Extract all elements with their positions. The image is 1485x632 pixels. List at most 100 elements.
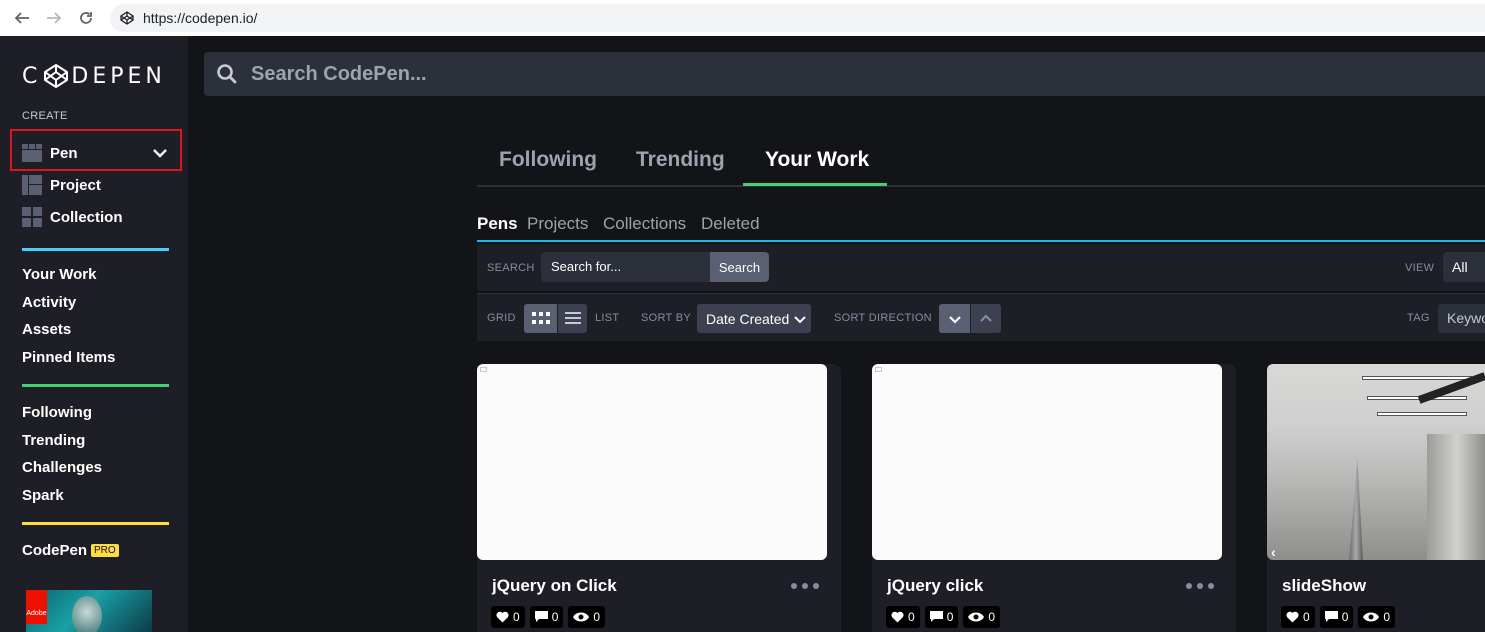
chevron-down-icon: [948, 315, 961, 324]
like-count: 0: [513, 610, 520, 624]
comment-button[interactable]: 0: [529, 606, 564, 628]
comment-button[interactable]: 0: [1319, 606, 1354, 628]
views-stat: 0: [568, 606, 606, 628]
pen-preview[interactable]: [872, 364, 1222, 560]
comment-icon: [929, 611, 943, 622]
comment-count: 0: [551, 610, 559, 624]
active-tab-underline: [743, 183, 887, 186]
ad-portrait: [72, 596, 102, 632]
collection-grid-icon: [22, 207, 42, 227]
view-count: 0: [988, 610, 996, 624]
grid-view-button[interactable]: [524, 304, 557, 333]
like-button[interactable]: 0: [886, 606, 920, 628]
back-arrow-icon[interactable]: [10, 6, 34, 30]
sidebar: C DEPEN CREATE Pen Project Collection Yo…: [0, 36, 188, 632]
search-pens-input[interactable]: Search for...: [541, 252, 711, 282]
address-bar[interactable]: https://codepen.io/: [110, 4, 1485, 32]
more-options-icon[interactable]: [1186, 581, 1214, 591]
sidebar-item-challenges[interactable]: Challenges: [22, 459, 102, 476]
subtab-deleted[interactable]: Deleted: [701, 214, 760, 234]
pen-card: jQuery on Click 0 0 0: [477, 364, 841, 632]
pro-badge: PRO: [91, 544, 119, 557]
create-collection-button[interactable]: Collection: [22, 206, 123, 228]
sidebar-item-following[interactable]: Following: [22, 404, 92, 421]
main-tabs: Following Trending Your Work: [477, 134, 1485, 187]
search-filter-bar: SEARCH Search for... Search VIEW All: [477, 244, 1485, 291]
more-options-icon[interactable]: [791, 581, 819, 591]
sidebar-item-codepen-pro[interactable]: CodePen PRO: [22, 542, 119, 559]
sidebar-item-your-work[interactable]: Your Work: [22, 266, 96, 283]
eye-icon: [968, 612, 985, 622]
pen-highlight-box: [10, 129, 182, 171]
like-count: 0: [908, 610, 915, 624]
project-layout-icon: [22, 175, 42, 195]
pen-title[interactable]: jQuery on Click: [492, 576, 617, 596]
sort-by-select[interactable]: Date Created: [697, 304, 811, 333]
views-stat: 0: [1358, 606, 1396, 628]
eye-icon: [1363, 612, 1380, 622]
sidebar-item-spark[interactable]: Spark: [22, 487, 64, 504]
tab-your-work[interactable]: Your Work: [765, 148, 869, 172]
codepen-app: C DEPEN CREATE Pen Project Collection Yo…: [0, 36, 1485, 632]
codepen-pro-label: CodePen: [22, 542, 88, 559]
list-icon: [564, 312, 581, 324]
pen-card: ‹ slideShow 0 0 0: [1267, 364, 1485, 632]
heart-icon: [891, 611, 904, 623]
pen-title[interactable]: jQuery click: [887, 576, 983, 596]
forward-arrow-icon[interactable]: [42, 6, 66, 30]
slideshow-prev-arrow-icon[interactable]: ‹: [1271, 544, 1276, 560]
sub-tabs: Pens Projects Collections Deleted: [477, 212, 1485, 242]
url-text: https://codepen.io/: [143, 10, 258, 26]
eye-icon: [573, 612, 590, 622]
adobe-logo-icon: Adobe: [26, 590, 47, 624]
pen-stats: 0 0 0: [491, 606, 610, 628]
sidebar-item-trending[interactable]: Trending: [22, 432, 85, 449]
views-stat: 0: [963, 606, 1001, 628]
list-label: LIST: [595, 312, 620, 324]
sort-filter-bar: GRID LIST SORT BY Date Created SORT DIRE…: [477, 293, 1485, 341]
pen-card: jQuery click 0 0 0: [872, 364, 1236, 632]
codepen-favicon-icon: [120, 11, 134, 25]
search-codepen-input[interactable]: Search CodePen...: [204, 52, 1485, 96]
like-button[interactable]: 0: [1281, 606, 1315, 628]
pillar: [1427, 434, 1485, 560]
pen-stats: 0 0 0: [1281, 606, 1400, 628]
subtab-projects[interactable]: Projects: [527, 214, 588, 234]
sidebar-item-pinned-items[interactable]: Pinned Items: [22, 349, 115, 366]
create-label: CREATE: [22, 110, 68, 122]
sort-ascending-button[interactable]: [971, 304, 1001, 333]
view-count: 0: [593, 610, 601, 624]
sidebar-item-assets[interactable]: Assets: [22, 321, 71, 338]
create-project-button[interactable]: Project: [22, 174, 101, 196]
subtab-collections[interactable]: Collections: [603, 214, 686, 234]
comment-count: 0: [946, 610, 954, 624]
search-button[interactable]: Search: [710, 252, 769, 282]
sidebar-ad-image[interactable]: Adobe: [26, 590, 152, 632]
pen-preview[interactable]: [477, 364, 827, 560]
tab-trending[interactable]: Trending: [636, 148, 725, 172]
list-view-button[interactable]: [558, 304, 587, 333]
like-button[interactable]: 0: [491, 606, 525, 628]
browser-toolbar: https://codepen.io/: [0, 0, 1485, 36]
sidebar-item-activity[interactable]: Activity: [22, 294, 76, 311]
comment-button[interactable]: 0: [924, 606, 959, 628]
search-placeholder: Search CodePen...: [251, 62, 427, 85]
chevron-up-icon: [980, 313, 992, 322]
subtab-pens[interactable]: Pens: [477, 214, 518, 234]
reload-icon[interactable]: [74, 6, 98, 30]
divider-yellow: [22, 522, 169, 525]
codepen-logo-icon: [44, 64, 69, 88]
pen-title[interactable]: slideShow: [1282, 576, 1366, 596]
codepen-logo[interactable]: C DEPEN: [22, 62, 166, 90]
search-label: SEARCH: [487, 262, 535, 274]
search-icon: [217, 64, 237, 84]
view-select[interactable]: All: [1443, 252, 1485, 282]
ceiling-light: [1362, 376, 1472, 380]
sort-descending-button[interactable]: [939, 304, 970, 333]
divider-green: [22, 384, 169, 387]
tag-keyword-input[interactable]: Keywo: [1438, 304, 1485, 333]
view-count: 0: [1383, 610, 1391, 624]
comment-icon: [534, 611, 548, 622]
tab-following[interactable]: Following: [499, 148, 597, 172]
pen-preview-photo[interactable]: ‹: [1267, 364, 1485, 560]
